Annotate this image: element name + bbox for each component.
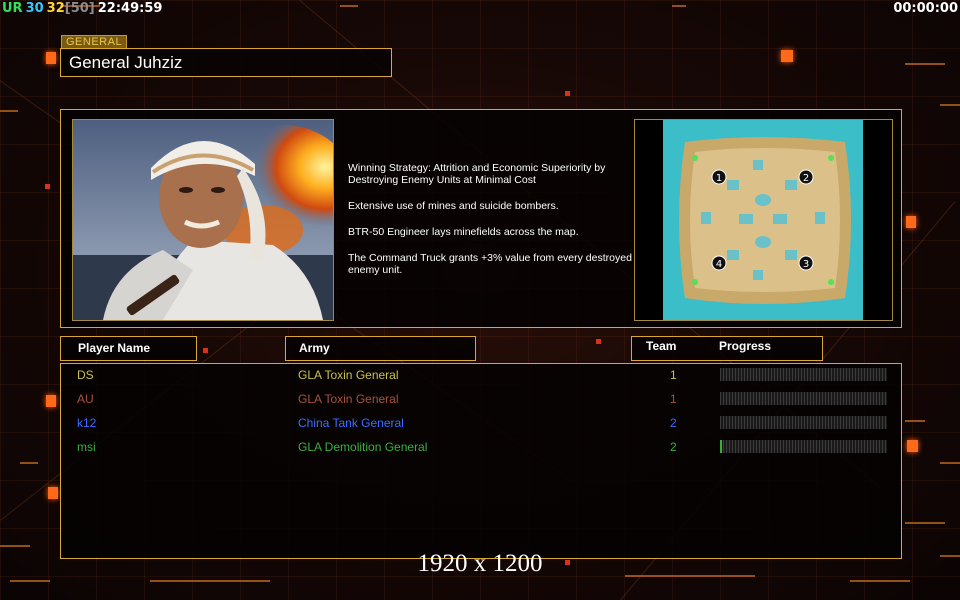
background-line xyxy=(905,63,945,65)
player-team: 2 xyxy=(670,416,677,430)
hud-stat: 30 xyxy=(25,1,44,16)
glow-marker xyxy=(907,440,918,452)
player-progress-bar xyxy=(720,416,887,429)
background-line xyxy=(940,462,960,464)
hud-stats: UR 30 32[50] 22:49:59 xyxy=(2,1,165,16)
header-team-label: Team xyxy=(646,339,677,353)
background-line xyxy=(150,580,270,582)
player-team: 2 xyxy=(670,440,677,454)
glow-marker xyxy=(781,50,793,62)
hud-clock: 22:49:59 xyxy=(97,1,163,16)
general-portrait-image xyxy=(73,120,333,320)
player-name: AU xyxy=(77,392,94,406)
start-position-label: 3 xyxy=(803,259,809,270)
glow-marker xyxy=(203,348,208,353)
player-row: msi GLA Demolition General 2 xyxy=(61,437,901,457)
player-army: GLA Toxin General xyxy=(298,368,399,382)
player-progress-bar xyxy=(720,392,887,405)
background-line xyxy=(905,522,945,524)
background-line xyxy=(10,580,50,582)
player-list: DS GLA Toxin General 1 AU GLA Toxin Gene… xyxy=(60,363,902,559)
glow-marker xyxy=(565,91,570,96)
player-name: msi xyxy=(77,440,96,454)
general-info-panel: Winning Strategy: Attrition and Economic… xyxy=(60,109,902,328)
hud-stat: [50] xyxy=(64,1,95,16)
description-line: Winning Strategy: Attrition and Economic… xyxy=(348,162,606,186)
background-line xyxy=(0,545,30,547)
player-army: GLA Demolition General xyxy=(298,440,428,454)
glow-marker xyxy=(906,216,916,228)
background-line xyxy=(850,580,910,582)
description-line: The Command Truck grants +3% value from … xyxy=(348,252,632,276)
map-preview[interactable]: 1 2 4 3 xyxy=(634,119,893,321)
background-line xyxy=(0,110,18,112)
background-line xyxy=(672,5,686,7)
header-progress-label: Progress xyxy=(719,339,772,353)
description-line: Extensive use of mines and suicide bombe… xyxy=(348,200,559,212)
glow-marker xyxy=(596,339,601,344)
background-line xyxy=(340,5,358,7)
general-portrait xyxy=(72,119,334,321)
header-team-progress: Team Progress xyxy=(631,336,823,361)
player-team: 1 xyxy=(670,368,677,382)
player-team: 1 xyxy=(670,392,677,406)
map-preview-image: 1 2 4 3 xyxy=(635,120,892,320)
description-line: BTR-50 Engineer lays minefields across t… xyxy=(348,226,579,238)
hud-timer: 00:00:00 xyxy=(893,1,958,16)
player-row: DS GLA Toxin General 1 xyxy=(61,365,901,385)
resolution-label: 1920 x 1200 xyxy=(417,550,543,577)
background-line xyxy=(940,104,960,106)
player-name: DS xyxy=(77,368,94,382)
background-line xyxy=(20,462,38,464)
player-army: China Tank General xyxy=(298,416,404,430)
start-position-label: 1 xyxy=(716,173,722,184)
player-progress-bar xyxy=(720,368,887,381)
glow-marker xyxy=(45,184,50,189)
header-player-name-label: Player Name xyxy=(78,341,151,355)
glow-marker xyxy=(48,487,58,499)
header-army-label: Army xyxy=(299,341,330,355)
general-name: General Juhziz xyxy=(60,48,392,77)
header-player-name: Player Name xyxy=(60,336,197,361)
player-name: k12 xyxy=(77,416,97,430)
hud-stat: 32 xyxy=(46,1,65,16)
hud-stat: UR xyxy=(2,1,23,16)
player-progress-bar xyxy=(720,440,887,453)
general-description: Winning Strategy: Attrition and Economic… xyxy=(348,162,648,290)
background-line xyxy=(905,420,925,422)
player-row: k12 China Tank General 2 xyxy=(61,413,901,433)
glow-marker xyxy=(46,395,56,407)
player-row: AU GLA Toxin General 1 xyxy=(61,389,901,409)
player-army: GLA Toxin General xyxy=(298,392,399,406)
header-army: Army xyxy=(285,336,476,361)
player-progress-fill xyxy=(720,440,722,453)
start-position-label: 2 xyxy=(803,173,809,184)
glow-marker xyxy=(46,52,56,64)
start-position-label: 4 xyxy=(716,259,722,270)
